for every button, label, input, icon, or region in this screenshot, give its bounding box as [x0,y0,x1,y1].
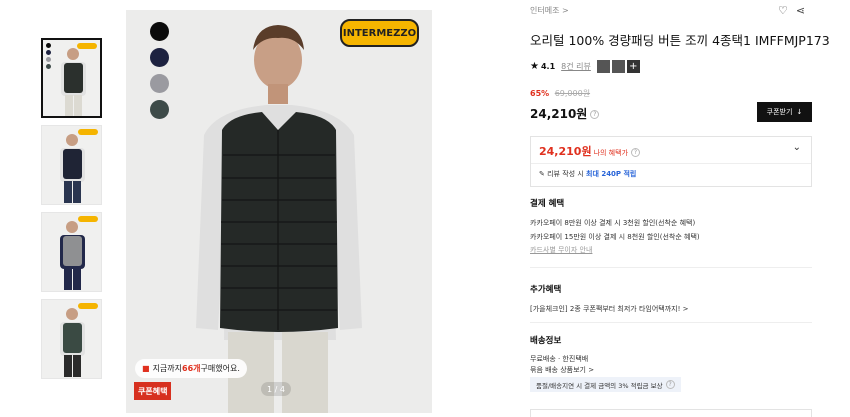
shipping-method: 무료배송 · 한진택배 [530,355,589,363]
payment-benefit-line: 카카오페이 8만원 이상 결제 시 3천원 할인(선착순 혜택) [530,219,696,227]
pencil-icon: ✎ [539,170,545,178]
main-product-image[interactable]: INTERMEZZO ■ 지금까지 66개 구매했어요. 쿠폰혜택 1 / 4 [126,10,432,413]
purchase-prefix: 지금까지 [152,364,183,373]
model-thumbnail-image [43,40,100,116]
my-benefit-box[interactable]: 24,210원 나의 혜택가? ⌄ ✎ 리뷰 작성 시 최대 240P 적립 [530,136,812,187]
get-coupon-button[interactable]: 쿠폰받기 ↓ [757,102,812,122]
share-icon[interactable]: ⋖ [796,4,805,17]
option-select-box[interactable] [530,409,812,417]
thumbnail-3[interactable] [41,212,102,292]
my-price-label: 나의 혜택가 [593,149,629,157]
payment-benefit-title: 결제 혜택 [530,199,565,209]
breadcrumb[interactable]: 인터메조 > [530,5,569,16]
model-thumbnail-image [42,213,101,291]
bundle-shipping-link[interactable]: 묶음 배송 상품보기 > [530,365,594,375]
shipping-info-title: 배송정보 [530,336,562,346]
help-icon[interactable]: ? [665,380,675,389]
image-pager: 1 / 4 [261,382,291,396]
purchase-count: 66개 [182,364,201,373]
purchase-count-tip: ■ 지금까지 66개 구매했어요. [135,359,247,378]
discount-rate: 65% [530,89,550,98]
review-photo-thumb[interactable] [596,60,610,73]
rating-score: 4.1 [540,62,556,71]
model-thumbnail-image [42,300,101,378]
thumbnail-list [41,38,102,386]
sale-price-value: 24,210원 [530,107,588,121]
thumbnail-1[interactable] [41,38,102,118]
brand-logo: INTERMEZZO [340,19,419,47]
review-photo-thumb[interactable] [611,60,625,73]
more-photos-icon[interactable]: + [626,60,640,73]
review-point-info: ✎ 리뷰 작성 시 최대 240P 적립 [539,169,636,179]
extra-benefit-link[interactable]: [가을체크인] 2종 쿠폰팩부터 최저가 타임어택까지! > [530,304,689,314]
rating-row: ★ 4.1 8건 리뷰 + [530,60,640,73]
review-point-prefix: 리뷰 작성 시 [547,170,586,178]
heart-icon[interactable]: ♡ [778,4,788,17]
my-price-value: 24,210원 [539,145,592,158]
help-icon[interactable]: ? [590,110,600,119]
color-swatch-navy[interactable] [150,48,169,67]
review-point-highlight: 최대 240P 적립 [586,170,637,178]
shipping-delay-note: 품절/배송지연 시 결제 금액의 3% 적립금 보상? [530,377,681,392]
coupon-badge: 쿠폰혜택 [134,382,172,400]
payment-benefit-line: 카카오페이 15만원 이상 결제 시 8천원 할인(선착순 혜택) [530,233,700,241]
shopping-bag-icon: ■ [142,364,150,373]
purchase-suffix: 구매했어요. [200,364,240,373]
my-benefit-price: 24,210원 나의 혜택가? [539,143,641,159]
coupon-button-label: 쿠폰받기 [766,108,793,116]
thumbnail-2[interactable] [41,125,102,205]
extra-benefit-title: 추가혜택 [530,285,562,295]
sale-price: 24,210원? [530,105,600,122]
color-swatch-gray[interactable] [150,74,169,93]
card-installment-link[interactable]: 카드사별 무이자 안내 [530,245,592,255]
help-icon[interactable]: ? [631,147,641,157]
download-icon: ↓ [796,108,803,116]
model-photo [126,10,432,413]
thumbnail-4[interactable] [41,299,102,379]
star-icon: ★ [530,61,539,72]
shipping-note-text: 품절/배송지연 시 결제 금액의 3% 적립금 보상 [536,381,663,390]
color-swatches [150,22,169,126]
original-price: 69,000원 [554,89,591,98]
discount-row: 65% 69,000원 [530,88,590,99]
chevron-down-icon[interactable]: ⌄ [793,142,801,153]
product-title: 오리털 100% 경량패딩 버튼 조끼 4종택1 IMFFMJP173 [530,33,830,48]
model-thumbnail-image [42,126,101,204]
review-count-link[interactable]: 8건 리뷰 [561,61,591,72]
color-swatch-green[interactable] [150,100,169,119]
color-swatch-black[interactable] [150,22,169,41]
